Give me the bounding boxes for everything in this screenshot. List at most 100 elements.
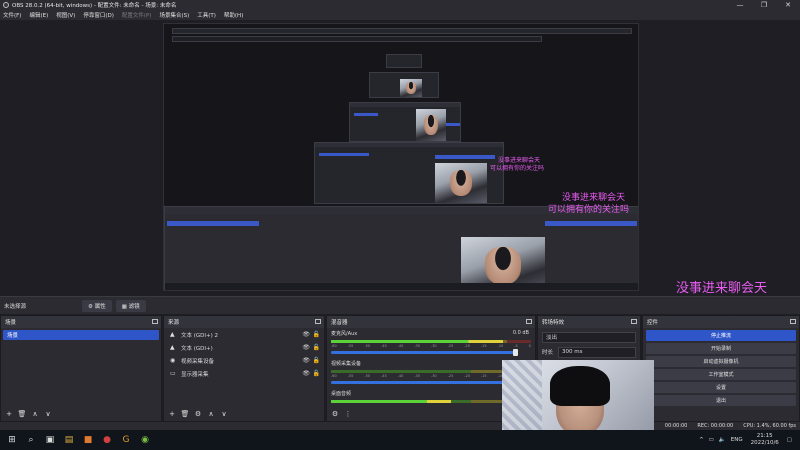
mixer-menu-button[interactable]: ⋮	[343, 409, 353, 419]
obs-window: OBS 28.0.2 (64-bit, windows) - 配置文件: 未命名…	[0, 0, 800, 450]
menu-file[interactable]: 文件(F)	[3, 11, 21, 19]
mirror-level-1	[164, 206, 638, 290]
lock-icon[interactable]: 🔓	[313, 370, 320, 377]
mirror-menubar	[172, 28, 632, 34]
channel-name: 桌面音频	[331, 391, 352, 397]
menu-docks[interactable]: 停靠窗口(D)	[83, 11, 114, 19]
window-title: OBS 28.0.2 (64-bit, windows) - 配置文件: 未命名…	[12, 3, 177, 9]
add-source-button[interactable]: +	[167, 409, 177, 419]
menu-profile[interactable]: 配置文件(P)	[122, 11, 152, 19]
file-explorer-icon[interactable]: ▤	[62, 433, 76, 447]
visibility-eye-icon[interactable]: 👁	[302, 331, 310, 338]
remove-scene-button[interactable]: 🗑	[17, 409, 27, 419]
transition-type-row: 淡出	[542, 331, 636, 343]
move-source-up-button[interactable]: ∧	[206, 409, 216, 419]
volume-slider[interactable]	[331, 349, 518, 356]
controls-dock-title: 控件	[647, 320, 659, 326]
source-item[interactable]: ▲ 文本 (GDI+) 👁 🔓	[164, 341, 324, 354]
preview-canvas[interactable]: 没事进来聊会天 可以拥有你的关注吗 没事进来聊会天 可以拥有你的关注吗	[163, 23, 639, 291]
windows-start-icon[interactable]: ⊞	[5, 433, 19, 447]
mixer-settings-button[interactable]: ⚙	[330, 409, 340, 419]
lock-icon[interactable]: 🔓	[313, 331, 320, 338]
stop-streaming-button[interactable]: 停止推流	[646, 330, 796, 341]
visibility-eye-icon[interactable]: 👁	[302, 344, 310, 351]
cpu-fps: CPU: 1.4%, 60.00 fps	[743, 423, 796, 429]
system-tray: ^ ▭ 🔈 ENG 21:15 2022/10/6 ▢	[699, 430, 792, 450]
transitions-dock-header: 转场特效	[538, 316, 640, 328]
filters-button[interactable]: ▦ 滤镜	[115, 299, 146, 312]
source-item[interactable]: ▭ 显示器采集 👁 🔓	[164, 367, 324, 380]
source-item[interactable]: ◉ 视频采集设备 👁 🔓	[164, 354, 324, 367]
source-item[interactable]: ▲ 文本 (GDI+) 2 👁 🔓	[164, 328, 324, 341]
controls-dock-header: 控件	[643, 316, 799, 328]
sources-dock: 来源 ▲ 文本 (GDI+) 2 👁 🔓 ▲ 文本 (GDI+) 👁 🔓 ◉ 视…	[163, 315, 325, 422]
title-bar: OBS 28.0.2 (64-bit, windows) - 配置文件: 未命名…	[0, 0, 800, 10]
scene-item[interactable]: 场景	[3, 330, 159, 340]
move-source-down-button[interactable]: ∨	[219, 409, 229, 419]
notification-icon[interactable]: ▢	[787, 437, 792, 443]
menu-view[interactable]: 视图(V)	[56, 11, 75, 19]
source-label: 视频采集设备	[181, 358, 215, 365]
start-recording-button[interactable]: 开始录制	[646, 343, 796, 354]
search-icon[interactable]: ⌕	[24, 433, 38, 447]
maximize-button[interactable]: ❐	[752, 0, 776, 10]
undock-icon[interactable]	[790, 319, 796, 324]
undock-icon[interactable]	[526, 319, 532, 324]
sources-footer: + 🗑 ⚙ ∧ ∨	[164, 407, 324, 421]
transition-type-select[interactable]: 淡出	[542, 331, 636, 343]
live-timer: 00:00:00	[664, 423, 688, 429]
tray-arrow-icon[interactable]: ^	[699, 437, 704, 443]
remove-source-button[interactable]: 🗑	[180, 409, 190, 419]
chrome-icon[interactable]: ◉	[138, 433, 152, 447]
clock-date: 2022/10/6	[750, 440, 779, 446]
settings-button[interactable]: 设置	[646, 382, 796, 393]
exit-button[interactable]: 退出	[646, 395, 796, 406]
network-icon[interactable]: ▭	[709, 437, 714, 443]
undock-icon[interactable]	[631, 319, 637, 324]
menu-tools[interactable]: 工具(T)	[197, 11, 216, 19]
app-orange-icon[interactable]: ■	[81, 433, 95, 447]
transition-duration-row: 时长 300 ms	[542, 346, 636, 358]
properties-button[interactable]: ⚙ 属性	[82, 299, 112, 312]
move-scene-up-button[interactable]: ∧	[30, 409, 40, 419]
undock-icon[interactable]	[152, 319, 158, 324]
duration-input[interactable]: 300 ms	[558, 346, 636, 358]
menu-help[interactable]: 帮助(H)	[224, 11, 243, 19]
start-virtual-camera-button[interactable]: 启动虚拟摄像机	[646, 356, 796, 367]
obs-app-icon[interactable]: ●	[100, 433, 114, 447]
close-button[interactable]: ✕	[776, 0, 800, 10]
sources-dock-title: 来源	[168, 320, 180, 326]
mirror-overlay-mid-2: 可以拥有你的关注吗	[548, 205, 630, 215]
mixer-dock-header: 混音器	[327, 316, 535, 328]
volume-slider[interactable]	[331, 379, 518, 386]
task-view-icon[interactable]: ▣	[43, 433, 57, 447]
input-language[interactable]: ENG	[731, 437, 743, 443]
mirror-level-2	[314, 142, 504, 204]
add-scene-button[interactable]: +	[4, 409, 14, 419]
volume-icon[interactable]: 🔈	[719, 437, 726, 443]
g-app-icon[interactable]: G	[119, 433, 133, 447]
clock[interactable]: 21:15 2022/10/6	[751, 433, 779, 447]
visibility-eye-icon[interactable]: 👁	[302, 370, 310, 377]
camera-source-icon: ◉	[170, 356, 176, 364]
source-toolbar: 未选择源 ⚙ 属性 ▦ 滤镜	[0, 296, 800, 314]
meter-scale: -60-55-50-45-40-35-30-25-20-15-10-50	[331, 374, 531, 378]
menu-edit[interactable]: 编辑(E)	[29, 11, 48, 19]
level-meter	[331, 370, 531, 373]
duration-label: 时长	[542, 350, 554, 356]
lock-icon[interactable]: 🔓	[313, 344, 320, 351]
level-meter	[331, 400, 531, 403]
undock-icon[interactable]	[315, 319, 321, 324]
menu-scene-collection[interactable]: 场景集合(S)	[159, 11, 189, 19]
transitions-dock-title: 转场特效	[542, 320, 565, 326]
status-info: 00:00:00 REC: 00:00:00 CPU: 1.4%, 60.00 …	[655, 422, 796, 430]
windows-taskbar: ⊞ ⌕ ▣ ▤ ■ ● G ◉	[0, 430, 800, 450]
scenes-footer: + 🗑 ∧ ∨	[1, 407, 161, 421]
lock-icon[interactable]: 🔓	[313, 357, 320, 364]
source-properties-button[interactable]: ⚙	[193, 409, 203, 419]
move-scene-down-button[interactable]: ∨	[43, 409, 53, 419]
minimize-button[interactable]: —	[728, 0, 752, 10]
studio-mode-button[interactable]: 工作室模式	[646, 369, 796, 380]
scenes-dock: 场景 场景 + 🗑 ∧ ∨	[0, 315, 162, 422]
visibility-eye-icon[interactable]: 👁	[302, 357, 310, 364]
